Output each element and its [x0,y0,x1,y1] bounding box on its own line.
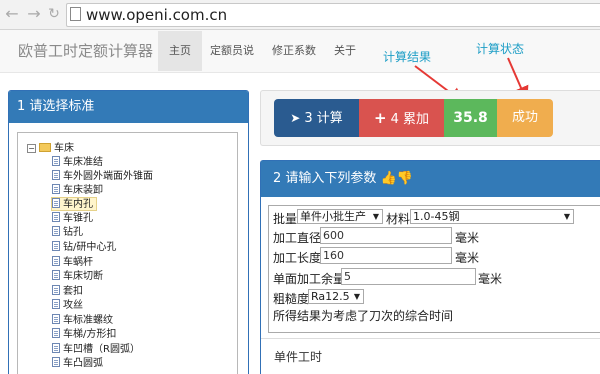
document-icon [52,314,60,324]
dropdown-arrow-icon: ▼ [563,212,570,221]
tree-item[interactable]: 车凹槽（R圆弧） [52,343,140,357]
document-icon [52,270,60,280]
tree-item[interactable]: 套扣 [52,285,83,299]
length-unit: 毫米 [455,251,480,265]
document-icon [52,328,60,338]
tree-item[interactable]: 车床装卸 [52,184,103,198]
tree-item[interactable]: 车锥孔 [52,212,93,226]
calculate-button[interactable]: ➤ 3 计算 [274,99,359,137]
allowance-input[interactable]: 5 [341,268,476,285]
tree-item[interactable]: 钻/研中心孔 [52,241,116,255]
document-icon [52,156,60,166]
plus-icon: + [373,109,387,127]
allowance-unit: 毫米 [478,272,503,286]
batch-label: 批量 [273,212,298,226]
standards-panel-title: 1 请选择标准 [9,91,248,123]
result-value: 35.8 [444,99,497,137]
document-icon [52,285,60,295]
dropdown-arrow-icon: ▼ [372,212,379,221]
diameter-input[interactable]: 600 [320,227,452,244]
document-icon [52,226,60,236]
diameter-label: 加工直径 [273,231,322,245]
params-panel-header: 2 请输入下列参数 👍👎 [261,161,600,197]
status-badge: 成功 [497,99,553,137]
divider [261,338,600,339]
document-icon [52,198,60,208]
accumulate-button[interactable]: + 4 累加 [359,99,444,137]
material-label: 材料 [386,212,411,226]
tree-item[interactable]: 攻丝 [52,299,83,313]
tree-root-lathe[interactable]: − 车床 [27,142,74,156]
roughness-select[interactable]: Ra12.5 ▼ [308,289,364,304]
document-icon [52,256,60,266]
tree-item[interactable]: 车梯/方形扣 [52,328,116,342]
length-input[interactable]: 160 [320,247,452,264]
params-panel-title: 2 请输入下列参数 [273,171,377,186]
document-icon [52,241,60,251]
length-label: 加工长度 [273,251,322,265]
folder-icon [39,143,51,152]
tree-item[interactable]: 车床准结 [52,156,103,170]
send-icon: ➤ [290,111,301,125]
material-select[interactable]: 1.0-45钢 ▼ [410,209,574,224]
batch-select[interactable]: 单件小批生产 ▼ [297,209,383,224]
document-icon [52,184,60,194]
roughness-label: 粗糙度 [273,292,310,306]
document-icon [52,170,60,180]
document-icon [52,299,60,309]
unit-time-label: 单件工时 [274,350,323,364]
document-icon [52,357,60,367]
tree-item[interactable]: 车床切断 [52,270,103,284]
tree-item[interactable]: 钻孔 [52,226,83,240]
standards-tree[interactable] [17,132,238,374]
tree-item[interactable]: 车凸圆弧 [52,357,103,371]
document-icon [52,343,60,353]
tree-item[interactable]: 车外圆外端面外锥面 [52,170,153,184]
thumbs-down-icon: 👎 [396,171,413,186]
document-icon [52,212,60,222]
tree-item-selected[interactable]: 车内孔 [51,197,97,211]
diameter-unit: 毫米 [455,231,480,245]
dropdown-arrow-icon: ▼ [353,292,360,301]
allowance-label: 单面加工余量 [273,272,346,286]
tree-item[interactable]: 车标准螺纹 [52,314,113,328]
tree-item[interactable]: 车蜗杆 [52,256,93,270]
thumbs-up-icon: 👍 [380,171,397,186]
result-note: 所得结果为考虑了刀次的综合时间 [273,309,454,323]
collapse-icon[interactable]: − [27,144,36,153]
